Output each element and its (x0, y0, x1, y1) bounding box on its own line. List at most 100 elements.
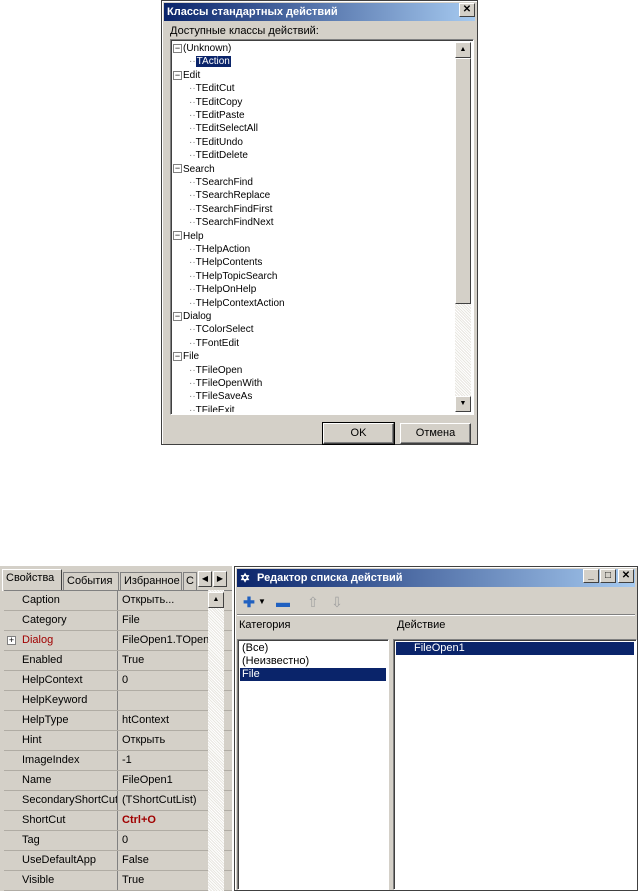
property-scrollbar[interactable]: ▲ (208, 590, 224, 891)
tree-item[interactable]: ··TFileOpenWith (189, 377, 262, 390)
property-scroll-up[interactable]: ▲ (208, 592, 224, 608)
property-value[interactable]: 0 (120, 831, 212, 850)
category-item[interactable]: File (240, 668, 386, 681)
property-row[interactable]: Caption Открыть... (4, 591, 232, 611)
property-row[interactable]: Category File (4, 611, 232, 631)
minimize-button[interactable]: _ (583, 569, 599, 583)
tree-group[interactable]: − Search (173, 163, 215, 176)
property-value[interactable]: True (120, 651, 212, 670)
action-class-tree[interactable]: − (Unknown) ··TAction − Edit ··TEditCut ··TEdi… (170, 39, 474, 415)
property-value[interactable]: True (120, 871, 212, 890)
property-row[interactable]: SecondaryShortCut (TShortCutList) (4, 791, 232, 811)
tree-item[interactable]: ··TFileExit (189, 404, 235, 412)
collapse-icon[interactable]: − (173, 70, 182, 80)
tree-group-label: Edit (183, 69, 201, 81)
category-item[interactable]: (Неизвестно) (240, 655, 386, 668)
property-row[interactable]: HelpContext 0 (4, 671, 232, 691)
tree-group[interactable]: − Help (173, 230, 204, 243)
tree-item[interactable]: ··TFontEdit (189, 337, 239, 350)
property-value[interactable]: Открыть... (120, 591, 212, 610)
move-down-button[interactable]: ⇩ (329, 593, 345, 611)
tab-next-button[interactable]: ▶ (213, 571, 227, 587)
close-button[interactable]: ✕ (618, 569, 634, 583)
property-value[interactable]: htContext (120, 711, 212, 730)
tree-item[interactable]: ··TAction (189, 55, 232, 69)
tree-group-label: (Unknown) (183, 43, 232, 54)
delete-action-button[interactable]: ▬ (275, 593, 291, 611)
property-row[interactable]: Tag 0 (4, 831, 232, 851)
property-row[interactable]: Enabled True (4, 651, 232, 671)
tree-item[interactable]: ··THelpOnHelp (189, 283, 256, 296)
close-button[interactable]: ✕ (459, 3, 475, 17)
tree-group[interactable]: − File (173, 350, 199, 363)
collapse-icon[interactable]: − (173, 311, 182, 321)
tree-group[interactable]: − Dialog (173, 310, 211, 323)
tree-item[interactable]: ··TEditSelectAll (189, 122, 258, 135)
property-row[interactable]: HelpKeyword (4, 691, 232, 711)
collapse-icon[interactable]: − (173, 352, 182, 362)
ok-button[interactable]: OK (322, 422, 395, 445)
action-list[interactable]: FileOpen1 (393, 639, 637, 890)
tree-item[interactable]: ··THelpContextAction (189, 297, 285, 310)
tree-item[interactable]: ··TFileOpen (189, 364, 242, 377)
row-gutter (4, 611, 18, 630)
tree-group[interactable]: − Edit (173, 69, 200, 82)
property-value[interactable]: 0 (120, 671, 212, 690)
move-up-button[interactable]: ⇧ (305, 593, 321, 611)
tree-item[interactable]: ··TSearchReplace (189, 189, 270, 202)
collapse-icon[interactable]: − (173, 43, 182, 53)
tree-item[interactable]: ··THelpContents (189, 256, 262, 269)
category-list[interactable]: (Все) (Неизвестно) File (237, 639, 389, 890)
property-value[interactable]: Открыть (120, 731, 212, 750)
tree-item[interactable]: ··TSearchFind (189, 176, 253, 189)
tab-events[interactable]: События (63, 572, 119, 590)
property-row[interactable]: ImageIndex -1 (4, 751, 232, 771)
property-value[interactable]: Ctrl+O (120, 811, 212, 830)
maximize-button[interactable]: □ (600, 569, 616, 583)
property-row[interactable]: Visible True (4, 871, 232, 891)
tab-properties[interactable]: Свойства (2, 569, 62, 591)
tree-item[interactable]: ··TEditUndo (189, 136, 243, 149)
collapse-icon[interactable]: − (173, 164, 182, 174)
property-row[interactable]: + Dialog FileOpen1.TOpenD (4, 631, 232, 651)
expand-icon[interactable]: + (7, 636, 16, 645)
collapse-icon[interactable]: − (173, 231, 182, 241)
tree-item[interactable]: ··TEditDelete (189, 149, 248, 162)
tree-scrollbar[interactable]: ▲ ▼ (455, 42, 471, 412)
new-action-dropdown[interactable]: ▼ (257, 593, 267, 611)
available-classes-label: Доступные классы действий: (170, 25, 319, 37)
tab-prev-button[interactable]: ◀ (198, 571, 212, 587)
tab-favorites[interactable]: Избранное (120, 572, 182, 590)
tree-item[interactable]: ··TColorSelect (189, 323, 253, 336)
tree-item[interactable]: ··THelpTopicSearch (189, 270, 277, 283)
tree-item[interactable]: ··TEditPaste (189, 109, 245, 122)
property-value[interactable]: File (120, 611, 212, 630)
property-value[interactable]: FileOpen1.TOpenD (120, 631, 212, 650)
property-row[interactable]: ShortCut Ctrl+O (4, 811, 232, 831)
tree-item[interactable]: ··THelpAction (189, 243, 250, 256)
property-value[interactable]: -1 (120, 751, 212, 770)
property-value[interactable]: (TShortCutList) (120, 791, 212, 810)
tab-more[interactable]: С (183, 572, 197, 590)
category-item[interactable]: (Все) (240, 642, 386, 655)
scroll-thumb[interactable] (455, 58, 471, 304)
tree-item[interactable]: ··TEditCut (189, 82, 235, 95)
tree-group[interactable]: − (Unknown) (173, 42, 231, 55)
tree-item[interactable]: ··TFileSaveAs (189, 390, 252, 403)
tree-item[interactable]: ··TSearchFindNext (189, 216, 273, 229)
tree-item[interactable]: ··TEditCopy (189, 96, 242, 109)
property-value[interactable]: False (120, 851, 212, 870)
property-row[interactable]: Hint Открыть (4, 731, 232, 751)
scroll-up-button[interactable]: ▲ (455, 42, 471, 58)
cancel-button[interactable]: Отмена (400, 423, 471, 444)
property-row[interactable]: UseDefaultApp False (4, 851, 232, 871)
action-item[interactable]: FileOpen1 (396, 642, 634, 655)
property-row[interactable]: HelpType htContext (4, 711, 232, 731)
new-action-button[interactable]: ✚ (241, 593, 257, 611)
property-row[interactable]: Name FileOpen1 (4, 771, 232, 791)
property-value[interactable]: FileOpen1 (120, 771, 212, 790)
scroll-down-button[interactable]: ▼ (455, 396, 471, 412)
tree-item[interactable]: ··TSearchFindFirst (189, 203, 272, 216)
property-name: HelpContext (20, 671, 118, 690)
property-value[interactable] (120, 691, 212, 710)
